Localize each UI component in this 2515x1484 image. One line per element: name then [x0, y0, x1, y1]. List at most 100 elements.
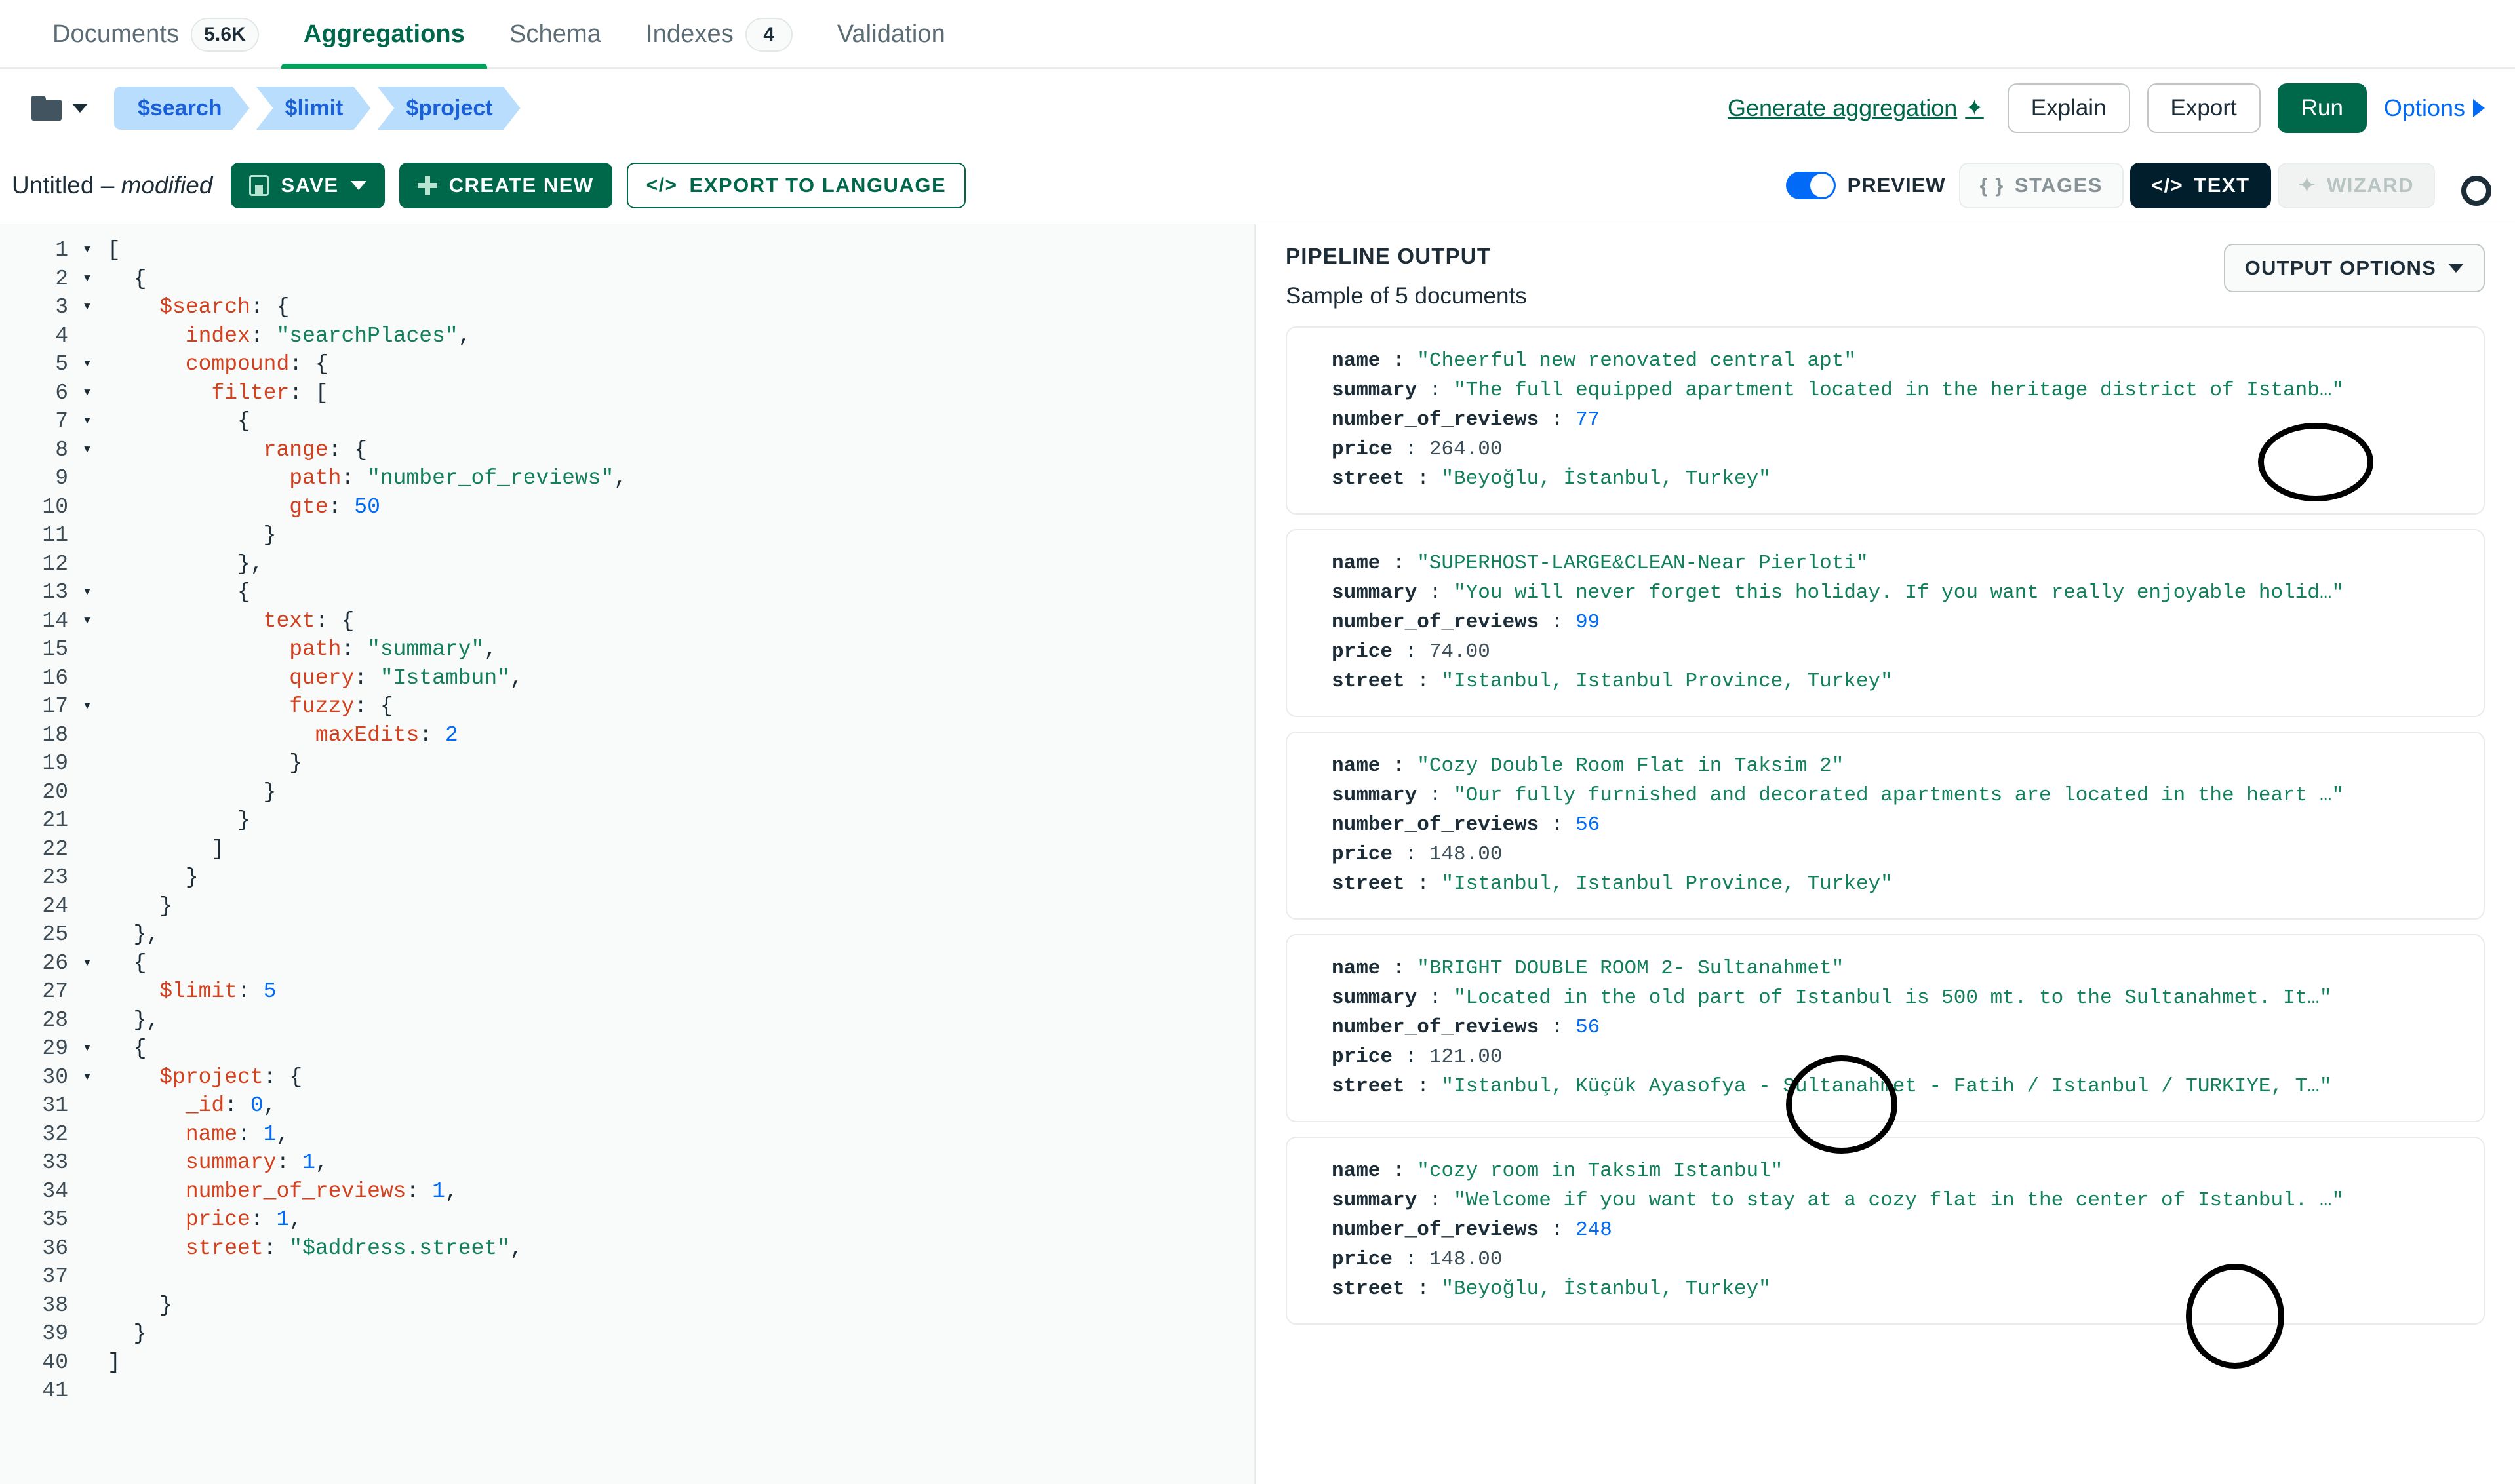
code-line[interactable]: 26 ▾ {: [0, 949, 1254, 978]
fold-caret-icon[interactable]: ▾: [72, 379, 102, 408]
document-field-key: summary: [1332, 986, 1417, 1009]
code-line[interactable]: 15 path: "summary",: [0, 635, 1254, 664]
token-pun: ,: [484, 637, 498, 661]
code-line[interactable]: 1 ▾[: [0, 236, 1254, 265]
code-text: compound: {: [102, 350, 328, 379]
fold-caret-icon[interactable]: ▾: [72, 265, 102, 294]
save-button[interactable]: SAVE: [231, 163, 385, 208]
code-line[interactable]: 8 ▾ range: {: [0, 436, 1254, 465]
code-line[interactable]: 28 },: [0, 1006, 1254, 1035]
output-document-card[interactable]: name : "BRIGHT DOUBLE ROOM 2- Sultanahme…: [1286, 934, 2485, 1122]
code-line[interactable]: 16 query: "Istambun",: [0, 664, 1254, 693]
document-field-row: street : "Istanbul, Küçük Ayasofya - Sul…: [1332, 1072, 2457, 1101]
code-line[interactable]: 17 ▾ fuzzy: {: [0, 692, 1254, 721]
output-document-card[interactable]: name : "Cozy Double Room Flat in Taksim …: [1286, 732, 2485, 920]
code-line[interactable]: 29 ▾ {: [0, 1034, 1254, 1063]
tab-documents[interactable]: Documents 5.6K: [30, 0, 281, 69]
pipeline-text-editor[interactable]: 1 ▾[2 ▾ {3 ▾ $search: {4 index: "searchPlac…: [0, 224, 1256, 1484]
code-line[interactable]: 21 }: [0, 806, 1254, 835]
line-number: 38: [42, 1293, 68, 1318]
output-document-card[interactable]: name : "SUPERHOST-LARGE&CLEAN-Near Pierl…: [1286, 529, 2485, 717]
fold-caret-icon[interactable]: ▾: [72, 436, 102, 465]
document-field-row: price : 148.00: [1332, 840, 2457, 869]
code-line[interactable]: 7 ▾ {: [0, 407, 1254, 436]
code-line[interactable]: 6 ▾ filter: [: [0, 379, 1254, 408]
code-line[interactable]: 27 $limit: 5: [0, 977, 1254, 1006]
code-line[interactable]: 24 }: [0, 892, 1254, 921]
line-number: 19: [42, 751, 68, 775]
code-line[interactable]: 31 _id: 0,: [0, 1091, 1254, 1120]
saved-pipelines-button[interactable]: [22, 89, 97, 127]
stage-pill-project[interactable]: $project: [377, 87, 520, 130]
code-line[interactable]: 40]: [0, 1348, 1254, 1377]
code-line[interactable]: 19 }: [0, 749, 1254, 778]
stage-pill-search[interactable]: $search: [114, 87, 250, 130]
tab-indexes[interactable]: Indexes 4: [624, 0, 815, 69]
preview-toggle[interactable]: PREVIEW: [1785, 172, 1946, 199]
explain-button[interactable]: Explain: [2007, 83, 2130, 133]
code-text: }: [102, 1319, 147, 1348]
code-line[interactable]: 18 maxEdits: 2: [0, 721, 1254, 750]
fold-caret-icon[interactable]: ▾: [72, 350, 102, 379]
tab-documents-badge: 5.6K: [191, 17, 259, 52]
document-field-row: name : "Cozy Double Room Flat in Taksim …: [1332, 751, 2457, 781]
fold-caret-icon[interactable]: ▾: [72, 692, 102, 721]
code-line[interactable]: 37: [0, 1262, 1254, 1291]
document-field-value: 264.00: [1429, 438, 1503, 461]
token-pun: [: [108, 238, 121, 262]
mode-wizard-button[interactable]: ✦ WIZARD: [2277, 163, 2435, 208]
stage-pill-limit[interactable]: $limit: [256, 87, 371, 130]
tab-validation[interactable]: Validation: [815, 0, 968, 69]
code-line[interactable]: 33 summary: 1,: [0, 1148, 1254, 1177]
fold-caret-icon[interactable]: ▾: [72, 1034, 102, 1063]
fold-caret-icon[interactable]: ▾: [72, 1063, 102, 1092]
code-text: $search: {: [102, 293, 289, 322]
code-line[interactable]: 13 ▾ {: [0, 578, 1254, 607]
mode-stages-button[interactable]: { } STAGES: [1958, 163, 2124, 208]
export-button[interactable]: Export: [2147, 83, 2261, 133]
run-button[interactable]: Run: [2277, 83, 2367, 133]
create-new-button[interactable]: CREATE NEW: [399, 163, 612, 208]
code-line[interactable]: 38 }: [0, 1291, 1254, 1320]
code-line[interactable]: 12 },: [0, 550, 1254, 579]
code-line[interactable]: 5 ▾ compound: {: [0, 350, 1254, 379]
code-line[interactable]: 11 }: [0, 521, 1254, 550]
fold-caret-icon[interactable]: ▾: [72, 407, 102, 436]
fold-caret-icon[interactable]: ▾: [72, 607, 102, 636]
code-line[interactable]: 10 gte: 50: [0, 493, 1254, 522]
code-line[interactable]: 20 }: [0, 778, 1254, 807]
stage-toolbar-left: $search $limit $project: [22, 87, 527, 130]
output-document-card[interactable]: name : "cozy room in Taksim Istanbul" sum…: [1286, 1137, 2485, 1325]
code-line[interactable]: 9 path: "number_of_reviews",: [0, 464, 1254, 493]
options-toggle[interactable]: Options: [2384, 94, 2485, 122]
code-line[interactable]: 39 }: [0, 1319, 1254, 1348]
line-number: 24: [42, 893, 68, 918]
code-line[interactable]: 34 number_of_reviews: 1,: [0, 1177, 1254, 1206]
code-line[interactable]: 35 price: 1,: [0, 1205, 1254, 1234]
tab-aggregations[interactable]: Aggregations: [281, 0, 488, 69]
code-line[interactable]: 25 },: [0, 920, 1254, 949]
code-line[interactable]: 4 index: "searchPlaces",: [0, 322, 1254, 351]
output-document-card[interactable]: name : "Cheerful new renovated central a…: [1286, 326, 2485, 515]
code-line[interactable]: 36 street: "$address.street",: [0, 1234, 1254, 1263]
code-line[interactable]: 23 }: [0, 863, 1254, 892]
document-field-key: number_of_reviews: [1332, 1219, 1539, 1241]
fold-caret-icon[interactable]: ▾: [72, 293, 102, 322]
output-options-button[interactable]: OUTPUT OPTIONS: [2223, 244, 2485, 292]
gear-icon[interactable]: [2457, 172, 2491, 206]
fold-caret-icon[interactable]: ▾: [72, 236, 102, 265]
code-line[interactable]: 30 ▾ $project: {: [0, 1063, 1254, 1092]
code-line[interactable]: 41: [0, 1377, 1254, 1405]
tab-schema[interactable]: Schema: [487, 0, 624, 69]
code-line[interactable]: 14 ▾ text: {: [0, 607, 1254, 636]
document-field-key: street: [1332, 467, 1405, 490]
code-line[interactable]: 3 ▾ $search: {: [0, 293, 1254, 322]
code-line[interactable]: 22 ]: [0, 835, 1254, 864]
code-line[interactable]: 2 ▾ {: [0, 265, 1254, 294]
mode-text-button[interactable]: </> TEXT: [2129, 163, 2271, 208]
fold-caret-icon[interactable]: ▾: [72, 578, 102, 607]
code-line[interactable]: 32 name: 1,: [0, 1120, 1254, 1149]
fold-caret-icon[interactable]: ▾: [72, 949, 102, 978]
export-to-language-button[interactable]: </> EXPORT TO LANGUAGE: [626, 163, 966, 208]
generate-aggregation-link[interactable]: Generate aggregation ✦: [1728, 94, 1984, 122]
